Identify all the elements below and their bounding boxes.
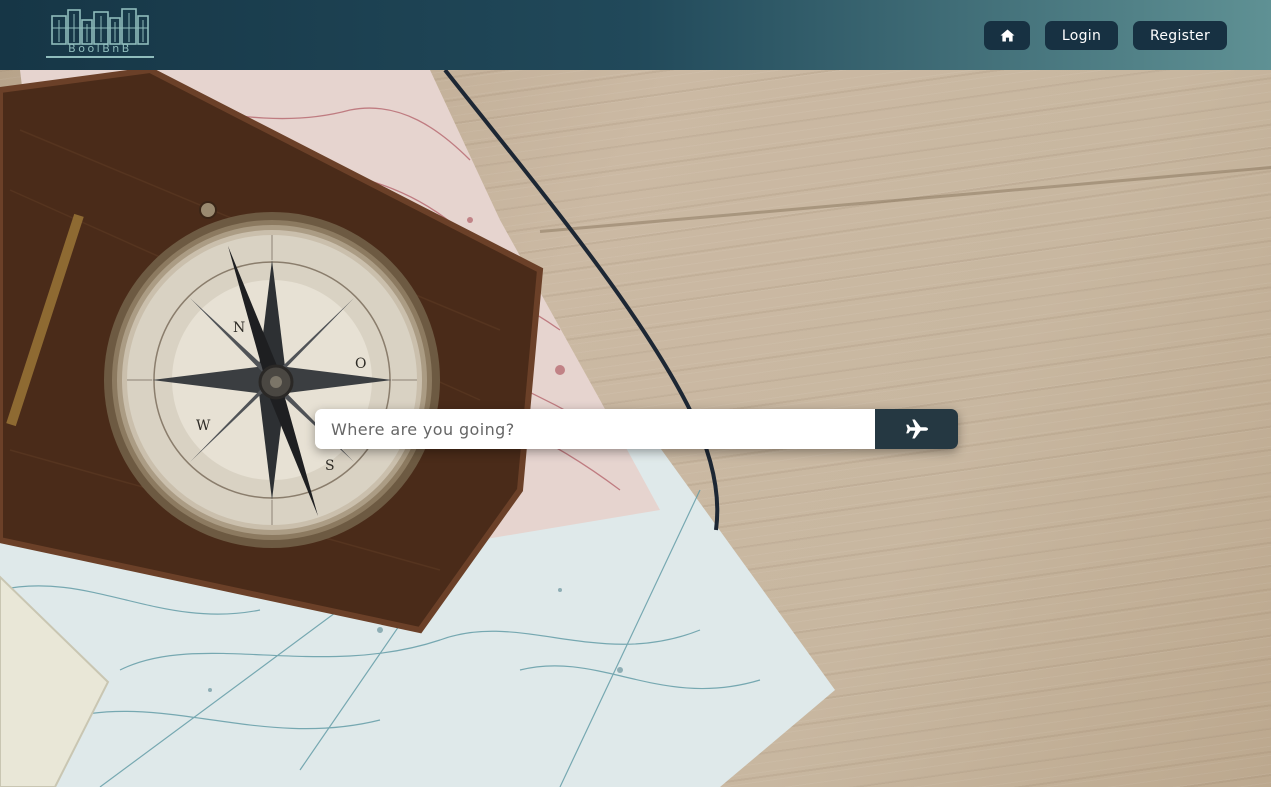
login-button[interactable]: Login (1045, 21, 1118, 50)
svg-text:O: O (355, 356, 366, 372)
logo-underline (46, 56, 154, 58)
svg-text:N: N (233, 320, 245, 336)
destination-search-input[interactable] (315, 409, 875, 449)
city-skyline-logo-icon (51, 8, 149, 45)
brand-logo[interactable]: BoolBnB (46, 6, 154, 60)
svg-text:S: S (325, 458, 335, 474)
svg-text:W: W (196, 418, 211, 434)
logo-text: BoolBnB (68, 42, 132, 55)
home-button[interactable] (984, 21, 1030, 50)
navbar: BoolBnB Login Register (0, 0, 1271, 70)
home-icon (1000, 29, 1014, 42)
search-form (315, 409, 958, 449)
search-submit-button[interactable] (875, 409, 958, 449)
register-button[interactable]: Register (1133, 21, 1227, 50)
plane-icon (905, 419, 928, 439)
